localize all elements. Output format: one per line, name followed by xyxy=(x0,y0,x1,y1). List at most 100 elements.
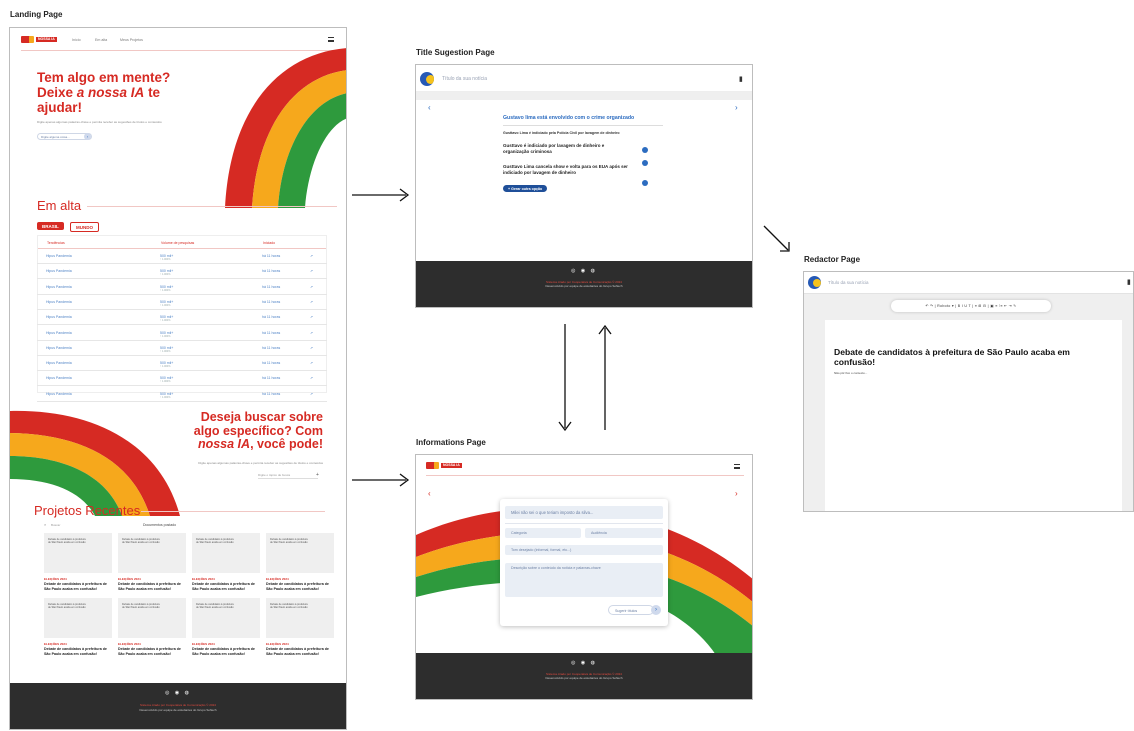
ts-check-1-icon[interactable] xyxy=(642,147,648,153)
project-card-title[interactable]: Debate de candidatos à prefeitura de São… xyxy=(192,647,258,656)
project-card-thumbnail[interactable]: Debate de candidatos à prefeitura de São… xyxy=(192,598,260,638)
info-audience-select[interactable]: Audiência xyxy=(585,528,663,538)
project-card-thumb-text: Debate de candidatos à prefeitura de São… xyxy=(122,603,160,609)
row-trend-icon[interactable]: ↗ xyxy=(310,254,313,258)
row-volume-change: ↑ 1.000% xyxy=(160,258,171,261)
ts-document-icon[interactable]: ▮ xyxy=(739,75,743,83)
project-card-title[interactable]: Debate de candidatos à prefeitura de São… xyxy=(118,582,184,591)
ts-suggestion-1[interactable]: Gusttavo é indiciado por lavagem de dinh… xyxy=(503,143,623,155)
row-topic[interactable]: Hipus Pandemia xyxy=(46,331,72,335)
info-description-textarea[interactable]: Descrição sobre o conteúdo da notícia e … xyxy=(505,563,663,597)
row-trend-icon[interactable]: ↗ xyxy=(310,346,313,350)
menu-icon[interactable] xyxy=(328,37,334,42)
info-tone-input[interactable]: Tom desejado (informal, formal, etc...) xyxy=(505,545,663,555)
ts-footer-icons[interactable]: ◎ ◉ ◍ xyxy=(416,268,752,274)
nav-item-em-alta[interactable]: Em alta xyxy=(95,38,107,42)
ts-title-input[interactable]: Título da sua notícia xyxy=(442,76,487,82)
project-card-title[interactable]: Debate de candidatos à prefeitura de São… xyxy=(192,582,258,591)
project-card-thumbnail[interactable]: Debate de candidatos à prefeitura de São… xyxy=(266,598,334,638)
row-topic[interactable]: Hipus Pandemia xyxy=(46,361,72,365)
project-card-category: ELEIÇÕES 2024 xyxy=(118,577,141,581)
row-trend-icon[interactable]: ↗ xyxy=(310,315,313,319)
project-card-title[interactable]: Debate de candidatos à prefeitura de São… xyxy=(44,582,110,591)
table-row[interactable]: Hipus Pandemia 500 mil+ ↑ 1.000% há 11 hora… xyxy=(37,326,327,341)
info-suggest-arrow-icon[interactable]: › xyxy=(651,605,661,615)
project-card-title[interactable]: Debate de candidatos à prefeitura de São… xyxy=(266,582,332,591)
nav-item-inicio[interactable]: Início xyxy=(72,38,81,42)
project-card-thumb-text: Debate de candidatos à prefeitura de São… xyxy=(270,538,308,544)
redactor-title-input[interactable]: Título da sua notícia xyxy=(828,280,869,285)
row-trend-icon[interactable]: ↗ xyxy=(310,361,313,365)
row-volume-change: ↑ 1.000% xyxy=(160,288,171,292)
info-logo[interactable]: NOSSA IA xyxy=(426,462,462,469)
info-footer-icons[interactable]: ◎ ◉ ◍ xyxy=(416,660,752,666)
redactor-doc-title[interactable]: Debate de candidatos à prefeitura de São… xyxy=(834,347,1104,367)
row-trend-icon[interactable]: ↗ xyxy=(310,392,313,396)
info-suggest-button[interactable]: Sugerir títulos xyxy=(608,605,654,615)
row-topic[interactable]: Hipus Pandemia xyxy=(46,300,72,304)
ts-suggestion-2[interactable]: Gusttavo Lima cancela show e volta para … xyxy=(503,164,633,176)
arrow-title-to-redactor xyxy=(763,225,790,252)
redactor-toolbar[interactable]: ↶ ↷ | Roboto ▾ | B I U T | ≡ ⊞ ⊟ | ▣ ≡ ⁝… xyxy=(891,300,1051,312)
redactor-document[interactable]: Debate de candidatos à prefeitura de São… xyxy=(825,320,1122,511)
project-card-thumbnail[interactable]: Debate de candidatos à prefeitura de São… xyxy=(118,598,186,638)
table-row[interactable]: Hipus Pandemia 500 mil+ ↑ 1.000% há 11 hora… xyxy=(37,280,327,295)
row-topic[interactable]: Hipus Pandemia xyxy=(46,346,72,350)
project-card-thumbnail[interactable]: Debate de candidatos à prefeitura de São… xyxy=(192,533,260,573)
info-menu-icon[interactable] xyxy=(734,464,740,469)
row-topic[interactable]: Hipus Pandemia xyxy=(46,392,72,396)
project-card-thumbnail[interactable]: Debate de candidatos à prefeitura de São… xyxy=(44,533,112,573)
redactor-document-icon[interactable]: ▮ xyxy=(1127,278,1131,286)
ts-check-2-icon[interactable] xyxy=(642,160,648,166)
project-card-title[interactable]: Debate de candidatos à prefeitura de São… xyxy=(118,647,184,656)
table-row[interactable]: Hipus Pandemia 500 mil+ ↑ 1.000% há 11 hora… xyxy=(37,387,327,402)
table-row[interactable]: Hipus Pandemia 500 mil+ ↑ 1.000% há 11 hora… xyxy=(37,264,327,280)
ts-next-chevron-icon[interactable]: › xyxy=(735,103,738,112)
table-row[interactable]: Hipus Pandemia 500 mil+ ↑ 1.000% há 11 hora… xyxy=(37,249,327,264)
project-card-thumb-text: Debate de candidatos à prefeitura de São… xyxy=(196,603,234,609)
row-trend-icon[interactable]: ↗ xyxy=(310,285,313,289)
row-topic[interactable]: Hipus Pandemia xyxy=(46,254,72,258)
search-input[interactable]: Digite o tópico de busca xyxy=(258,473,318,479)
nav-item-meus-projetos[interactable]: Meus Projetos xyxy=(120,38,143,42)
trending-tab-mundo[interactable]: MUNDO xyxy=(70,222,99,232)
row-topic[interactable]: Hipus Pandemia xyxy=(46,376,72,380)
table-row[interactable]: Hipus Pandemia 500 mil+ ↑ 1.000% há 11 hora… xyxy=(37,356,327,372)
row-topic[interactable]: Hipus Pandemia xyxy=(46,285,72,289)
hero-title-line2-pre: Deixe xyxy=(37,85,77,100)
row-trend-icon[interactable]: ↗ xyxy=(310,269,313,273)
project-card-thumbnail[interactable]: Debate de candidatos à prefeitura de São… xyxy=(266,533,334,573)
ts-check-3-icon[interactable] xyxy=(642,180,648,186)
project-card-title[interactable]: Debate de candidatos à prefeitura de São… xyxy=(44,647,110,656)
row-started: há 11 horas xyxy=(262,345,281,350)
info-form-divider xyxy=(505,523,663,524)
landing-logo[interactable]: NOSSA IA xyxy=(21,36,57,43)
project-card-title[interactable]: Debate de candidatos à prefeitura de São… xyxy=(266,647,332,656)
trending-tab-brasil[interactable]: BRASIL xyxy=(37,222,64,230)
hero-submit-arrow-icon[interactable]: › xyxy=(84,133,91,140)
recent-filter[interactable]: Documentos postado xyxy=(143,523,176,527)
row-trend-icon[interactable]: ↗ xyxy=(310,300,313,304)
project-card-thumbnail[interactable]: Debate de candidatos à prefeitura de São… xyxy=(118,533,186,573)
row-topic[interactable]: Hipus Pandemia xyxy=(46,269,72,273)
recent-search-input[interactable]: Buscar xyxy=(51,523,60,527)
table-row[interactable]: Hipus Pandemia 500 mil+ ↑ 1.000% há 11 hora… xyxy=(37,371,327,387)
ts-generate-button[interactable]: + Gerar outra opção xyxy=(503,185,548,192)
redactor-doc-body[interactable]: Não pôr fixo o contexto... xyxy=(834,371,867,375)
ts-heading: Gustavo lima está envolvido com o crime … xyxy=(503,115,635,121)
footer-social-icons[interactable]: ◎ ◉ ◍ xyxy=(10,690,346,696)
row-volume-change: ↑ 1.000% xyxy=(160,380,171,384)
ts-prev-chevron-icon[interactable]: ‹ xyxy=(428,103,431,112)
table-row[interactable]: Hipus Pandemia 500 mil+ ↑ 1.000% há 11 hora… xyxy=(37,341,327,356)
row-trend-icon[interactable]: ↗ xyxy=(310,331,313,335)
row-started: há 11 horas xyxy=(262,299,281,304)
search-plus-icon[interactable]: + xyxy=(316,472,319,478)
hero-description: Digite apenas algumas palavras-chave e p… xyxy=(37,120,162,124)
info-category-select[interactable]: Categoria xyxy=(505,528,581,538)
project-card-thumbnail[interactable]: Debate de candidatos à prefeitura de São… xyxy=(44,598,112,638)
table-row[interactable]: Hipus Pandemia 500 mil+ ↑ 1.000% há 11 hora… xyxy=(37,295,327,310)
row-trend-icon[interactable]: ↗ xyxy=(310,376,313,380)
row-topic[interactable]: Hipus Pandemia xyxy=(46,315,72,319)
table-row[interactable]: Hipus Pandemia 500 mil+ ↑ 1.000% há 11 hora… xyxy=(37,310,327,326)
info-headline-input[interactable]: Milei não sei o que teriam imposto da si… xyxy=(505,506,663,519)
